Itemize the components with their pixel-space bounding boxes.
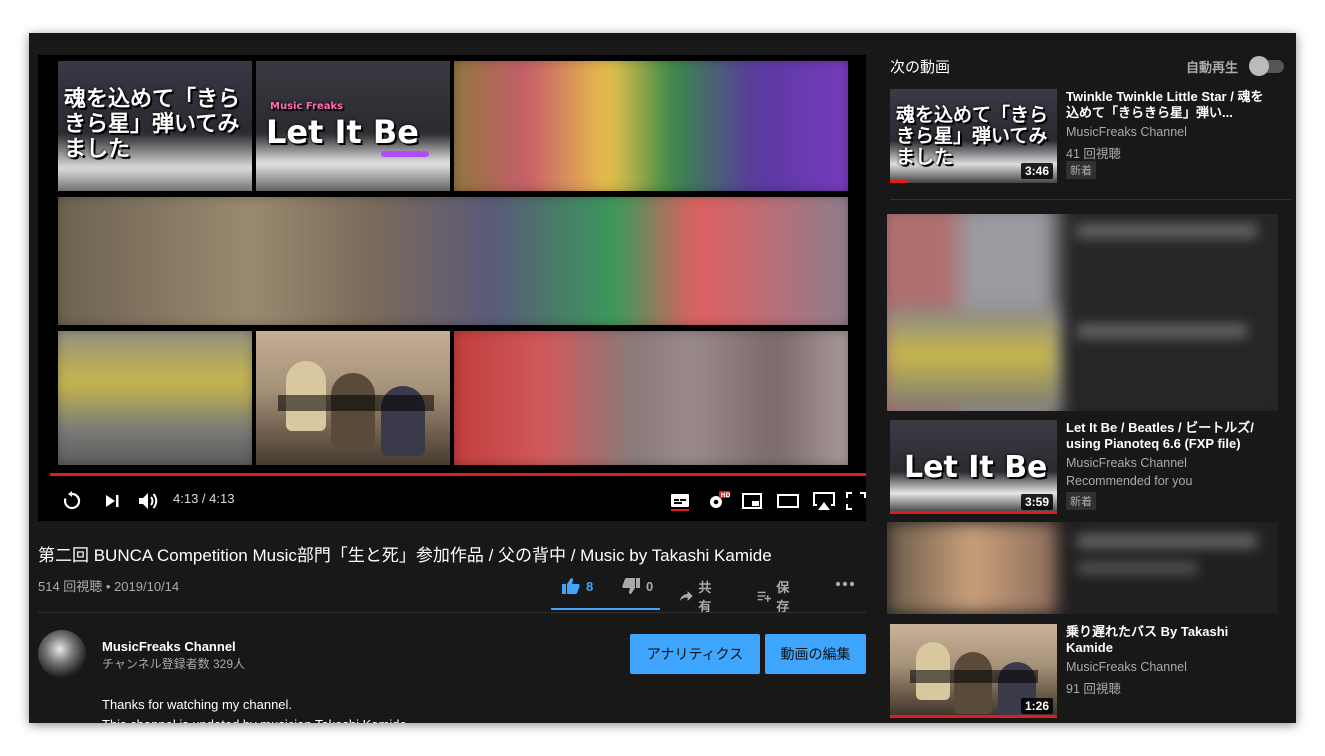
dislike-count: 0 (646, 578, 654, 594)
recommended-title[interactable]: Let It Be / Beatles / ビートルズ/ using Piano… (1066, 420, 1271, 452)
video-thumbnail[interactable]: 魂を込めて「きらきら星」弾いてみました 3:46 (890, 89, 1057, 183)
subtitles-icon[interactable] (668, 489, 692, 513)
youtube-watch-window: 魂を込めて「きらきら星」弾いてみました Music Freaks Let It … (29, 33, 1296, 723)
endscreen-video-let-it-be[interactable]: Music Freaks Let It Be (256, 61, 450, 191)
sidebar-divider (890, 199, 1292, 200)
playlist-add-icon (757, 591, 771, 602)
new-badge: 新着 (1066, 492, 1096, 510)
section-divider (38, 612, 866, 613)
player-controls: 4:13 / 4:13 HD (38, 473, 866, 521)
video-title: 第二回 BUNCA Competition Music部門「生と死」参加作品 /… (38, 546, 772, 565)
endscreen-video-blurred-1[interactable] (454, 61, 848, 191)
like-ratio-bar (551, 608, 660, 610)
watched-progress (890, 715, 1057, 718)
endscreen-video-blurred-3[interactable] (58, 331, 252, 465)
recommended-channel[interactable]: MusicFreaks Channel (1066, 456, 1187, 470)
endscreen-video-kirakira[interactable]: 魂を込めて「きらきら星」弾いてみました (58, 61, 252, 191)
channel-avatar[interactable] (38, 630, 86, 678)
recommended-video[interactable]: Let It Be 3:59 Let It Be / Beatles / ビート… (890, 420, 1290, 514)
video-duration: 3:46 (1020, 163, 1053, 179)
video-view-count-date: 514 回視聴 • 2019/10/14 (38, 579, 180, 594)
thumbs-up-icon (562, 578, 580, 594)
save-label: 保存 (776, 580, 790, 614)
svg-text:HD: HD (721, 492, 731, 499)
fullscreen-icon[interactable] (846, 489, 866, 513)
video-duration: 1:26 (1020, 698, 1053, 714)
share-icon (679, 590, 693, 602)
share-label: 共有 (698, 580, 712, 614)
recommended-title[interactable]: Twinkle Twinkle Little Star / 魂を込めて「きらきら… (1066, 89, 1271, 121)
recommended-channel[interactable]: MusicFreaks Channel (1066, 660, 1187, 674)
endscreen-tile-sub: Music Freaks (270, 101, 344, 112)
endscreen-video-blurred-4[interactable] (454, 331, 848, 465)
endscreen-video-blurred-2[interactable] (58, 197, 848, 325)
replay-icon[interactable] (60, 489, 84, 513)
recommended-views: 91 回視聴 (1066, 682, 1121, 696)
endscreen-grid: 魂を込めて「きらきら星」弾いてみました Music Freaks Let It … (58, 61, 848, 465)
miniplayer-icon[interactable] (740, 489, 764, 513)
autoplay-label: 自動再生 (1186, 60, 1239, 75)
settings-hd-icon[interactable]: HD (706, 489, 730, 513)
endscreen-tile-title: Let It Be (266, 113, 419, 151)
like-button[interactable]: 8 (561, 577, 593, 595)
video-duration: 3:59 (1020, 494, 1053, 510)
recommended-channel[interactable]: MusicFreaks Channel (1066, 125, 1187, 139)
watched-progress (890, 180, 907, 183)
up-next-heading: 次の動画 (890, 59, 951, 76)
recommended-title[interactable]: 乗り遅れたバス By Takashi Kamide (1066, 624, 1271, 656)
progress-bar[interactable] (50, 473, 866, 476)
recommended-video[interactable]: 魂を込めて「きらきら星」弾いてみました 3:46 Twinkle Twinkle… (890, 89, 1290, 183)
theater-mode-icon[interactable] (776, 489, 800, 513)
edit-video-button[interactable]: 動画の編集 (765, 634, 866, 674)
new-badge: 新着 (1066, 161, 1096, 179)
recommended-video-blurred[interactable] (887, 522, 1278, 614)
channel-name[interactable]: MusicFreaks Channel (102, 639, 236, 654)
recommended-video[interactable]: 1:26 乗り遅れたバス By Takashi Kamide MusicFrea… (890, 624, 1290, 718)
airplay-icon[interactable] (812, 489, 836, 513)
video-player[interactable]: 魂を込めて「きらきら星」弾いてみました Music Freaks Let It … (38, 55, 866, 521)
time-display: 4:13 / 4:13 (173, 491, 235, 506)
volume-icon[interactable] (136, 489, 162, 513)
subscriber-count: チャンネル登録者数 329人 (102, 657, 245, 671)
autoplay-toggle-knob[interactable] (1249, 56, 1269, 76)
thumbs-down-icon (622, 578, 640, 594)
like-count: 8 (586, 578, 594, 594)
thumbnail-title: Let It Be (904, 450, 1048, 485)
endscreen-tile-caption: 魂を込めて「きらきら星」弾いてみました (64, 87, 241, 162)
watched-progress (890, 511, 1057, 514)
video-thumbnail[interactable]: Let It Be 3:59 (890, 420, 1057, 514)
analytics-button[interactable]: アナリティクス (630, 634, 760, 674)
more-actions-icon[interactable] (835, 581, 855, 587)
share-button[interactable]: 共有 (679, 577, 717, 615)
video-thumbnail[interactable]: 1:26 (890, 624, 1057, 718)
recommended-reason: Recommended for you (1066, 474, 1193, 488)
description-line: This channel is updated by musician Taka… (102, 715, 410, 723)
next-icon[interactable] (100, 489, 124, 513)
dislike-button[interactable]: 0 (621, 577, 653, 595)
endscreen-video-bus[interactable] (256, 331, 450, 465)
video-description: Thanks for watching my channel. This cha… (102, 695, 410, 723)
description-line: Thanks for watching my channel. (102, 697, 293, 712)
save-button[interactable]: 保存 (757, 577, 795, 615)
recommended-video-blurred[interactable] (887, 214, 1278, 411)
recommended-views: 41 回視聴 (1066, 147, 1121, 161)
thumbnail-caption: 魂を込めて「きらきら星」弾いてみました (896, 104, 1049, 168)
